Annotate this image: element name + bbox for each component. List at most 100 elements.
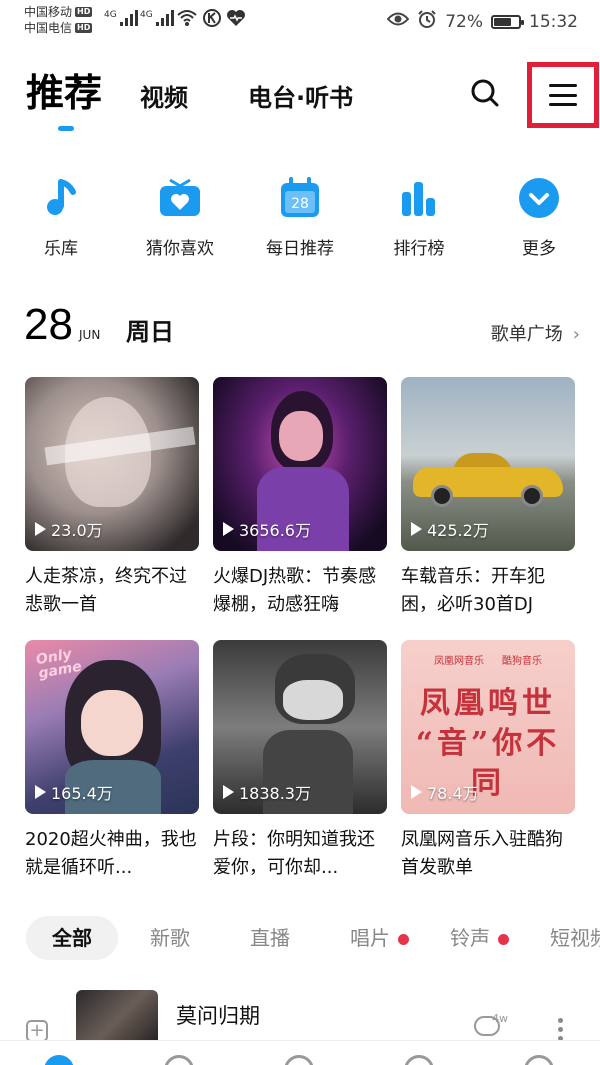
quick-nav-label: 更多 bbox=[522, 239, 556, 259]
signal-icon: 4G bbox=[104, 10, 138, 26]
play-nav-icon[interactable] bbox=[284, 1055, 314, 1065]
filter-short-video[interactable]: 短视频 bbox=[550, 916, 600, 960]
filter-live[interactable]: 直播 bbox=[250, 916, 290, 960]
quick-nav-more[interactable]: 更多 bbox=[484, 176, 594, 259]
profile-nav-icon[interactable] bbox=[524, 1055, 554, 1065]
play-icon bbox=[223, 522, 234, 536]
add-icon[interactable]: + bbox=[26, 1020, 48, 1042]
playlist-cover: 凤凰网音乐 酷狗音乐 凤凰鸣世 “音”你不同 78.4万 bbox=[401, 640, 575, 814]
playlist-cover: 1838.3万 bbox=[213, 640, 387, 814]
play-icon bbox=[35, 785, 46, 799]
play-count-text: 425.2万 bbox=[427, 521, 489, 540]
search-icon[interactable] bbox=[470, 78, 500, 108]
filter-new-songs[interactable]: 新歌 bbox=[150, 916, 190, 960]
playlist-card[interactable]: 1838.3万 片段：你明知道我还爱你，可你却... bbox=[213, 640, 387, 882]
message-nav-icon[interactable] bbox=[404, 1055, 434, 1065]
play-count-text: 23.0万 bbox=[51, 521, 103, 540]
playlist-title: 片段：你明知道我还爱你，可你却... bbox=[213, 829, 375, 878]
date-header: 28 JUN 周日 歌单广场 › bbox=[24, 300, 580, 350]
eye-icon bbox=[386, 11, 410, 32]
bottom-nav bbox=[0, 1040, 600, 1065]
quick-nav-label: 乐库 bbox=[44, 239, 78, 259]
quick-nav: 乐库 猜你喜欢 28 每日推荐 排行榜 更多 bbox=[0, 176, 600, 266]
play-count: 78.4万 bbox=[411, 780, 479, 804]
playlist-cover: 3656.6万 bbox=[213, 377, 387, 551]
play-count: 425.2万 bbox=[411, 517, 489, 541]
playlist-plaza-link[interactable]: 歌单广场 › bbox=[491, 320, 580, 346]
cover-line-1: 凤凰鸣世 bbox=[420, 686, 556, 721]
play-count-text: 78.4万 bbox=[427, 784, 479, 803]
play-count-text: 3656.6万 bbox=[239, 521, 311, 540]
play-icon bbox=[223, 785, 234, 799]
quick-nav-library[interactable]: 乐库 bbox=[6, 176, 116, 259]
filter-ringtones[interactable]: 铃声 bbox=[450, 916, 509, 960]
play-count: 3656.6万 bbox=[223, 517, 311, 541]
radio-heart-icon bbox=[158, 176, 202, 220]
play-count-text: 1838.3万 bbox=[239, 784, 311, 803]
chevron-right-icon: › bbox=[572, 324, 580, 345]
car-illustration bbox=[413, 453, 563, 507]
play-count-text: 165.4万 bbox=[51, 784, 113, 803]
filter-albums[interactable]: 唱片 bbox=[350, 916, 409, 960]
playlist-card[interactable]: Only game 165.4万 2020超火神曲，我也就是循环听... bbox=[25, 640, 199, 882]
music-note-icon bbox=[39, 176, 83, 220]
quick-nav-label: 排行榜 bbox=[393, 239, 445, 259]
tab-video[interactable]: 视频 bbox=[140, 78, 188, 113]
playlist-cover: 23.0万 bbox=[25, 377, 199, 551]
song-row[interactable]: + 莫问归期 4w bbox=[0, 988, 600, 1050]
content-filter-bar: 全部 新歌 直播 唱片 铃声 短视频 bbox=[26, 916, 600, 962]
hd-badge: HD bbox=[75, 23, 93, 33]
tab-radio[interactable]: 电台·听书 bbox=[248, 78, 353, 113]
alarm-icon bbox=[417, 9, 437, 34]
play-count: 165.4万 bbox=[35, 780, 113, 804]
play-icon bbox=[35, 522, 46, 536]
bar-chart-icon bbox=[397, 176, 441, 220]
quick-nav-daily[interactable]: 28 每日推荐 bbox=[245, 176, 355, 259]
new-dot-indicator bbox=[398, 934, 409, 945]
cover-brand-2: 酷狗音乐 bbox=[502, 656, 542, 667]
playlist-cover: 425.2万 bbox=[401, 377, 575, 551]
tab-recommend[interactable]: 推荐 bbox=[26, 62, 102, 131]
playlist-plaza-label: 歌单广场 bbox=[490, 324, 563, 345]
quick-nav-guess[interactable]: 猜你喜欢 bbox=[125, 176, 235, 259]
hd-badge: HD bbox=[75, 7, 93, 17]
playlist-cover: Only game 165.4万 bbox=[25, 640, 199, 814]
playlist-title: 火爆DJ热歌：节奏感爆棚，动感狂嗨 bbox=[213, 566, 377, 615]
video-nav-icon[interactable] bbox=[164, 1055, 194, 1065]
cover-brand-1: 凤凰网音乐 bbox=[434, 656, 484, 667]
play-count: 1838.3万 bbox=[223, 780, 311, 804]
calendar-date: 28 bbox=[291, 196, 309, 212]
play-icon bbox=[411, 785, 422, 799]
carrier-info: 中国移动 HD 中国电信 HD bbox=[24, 4, 93, 36]
playlist-title: 人走茶凉，终究不过悲歌一首 bbox=[25, 566, 187, 615]
top-tabs: 推荐 视频 电台·听书 bbox=[26, 62, 353, 131]
song-title: 莫问归期 bbox=[176, 1004, 260, 1028]
play-count: 23.0万 bbox=[35, 517, 103, 541]
date-weekday: 周日 bbox=[126, 318, 174, 346]
play-icon bbox=[411, 522, 422, 536]
clock: 15:32 bbox=[529, 11, 578, 32]
battery-percent: 72% bbox=[445, 11, 483, 32]
filter-label: 唱片 bbox=[350, 926, 390, 950]
carrier-1: 中国移动 bbox=[24, 5, 73, 19]
menu-button[interactable] bbox=[527, 62, 599, 128]
hamburger-icon bbox=[549, 84, 577, 106]
battery-icon bbox=[491, 14, 524, 29]
quick-nav-label: 每日推荐 bbox=[266, 239, 334, 259]
playlist-card[interactable]: 425.2万 车载音乐：开车犯困，必听30首DJ bbox=[401, 377, 575, 619]
calendar-icon: 28 bbox=[278, 176, 322, 220]
filter-all[interactable]: 全部 bbox=[26, 916, 118, 960]
k-circle-icon bbox=[202, 8, 222, 33]
quick-nav-charts[interactable]: 排行榜 bbox=[364, 176, 474, 259]
playlist-card[interactable]: 23.0万 人走茶凉，终究不过悲歌一首 bbox=[25, 377, 199, 619]
wifi-icon bbox=[176, 8, 198, 33]
signal-icon: 4G bbox=[140, 10, 174, 26]
home-nav-icon[interactable] bbox=[44, 1055, 74, 1065]
playlist-title: 车载音乐：开车犯困，必听30首DJ bbox=[401, 566, 545, 615]
more-options-icon[interactable] bbox=[558, 1018, 564, 1041]
chevron-down-circle-icon bbox=[517, 176, 561, 220]
playlist-title: 2020超火神曲，我也就是循环听... bbox=[25, 829, 197, 878]
playlist-card[interactable]: 凤凰网音乐 酷狗音乐 凤凰鸣世 “音”你不同 78.4万 凤凰网音乐入驻酷狗首发… bbox=[401, 640, 575, 882]
status-bar: 中国移动 HD 中国电信 HD 4G 4G 72% 15:32 bbox=[0, 0, 600, 42]
playlist-card[interactable]: 3656.6万 火爆DJ热歌：节奏感爆棚，动感狂嗨 bbox=[213, 377, 387, 619]
